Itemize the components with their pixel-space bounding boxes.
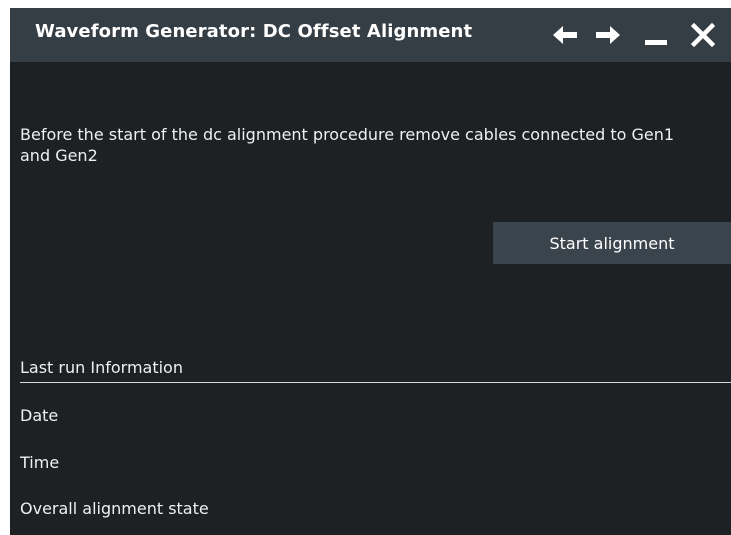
forward-button[interactable] xyxy=(591,18,625,52)
minimize-icon xyxy=(645,40,667,45)
dialog-title: Waveform Generator: DC Offset Alignment xyxy=(35,21,473,42)
minimize-button[interactable] xyxy=(639,18,673,52)
last-run-heading: Last run Information xyxy=(20,358,183,377)
arrow-left-icon xyxy=(553,26,577,44)
instruction-text: Before the start of the dc alignment pro… xyxy=(20,125,675,165)
time-label: Time xyxy=(20,453,60,472)
title-bar: Waveform Generator: DC Offset Alignment xyxy=(10,8,731,62)
dialog-content: Before the start of the dc alignment pro… xyxy=(10,62,731,535)
date-label: Date xyxy=(20,406,59,425)
overall-alignment-state-label: Overall alignment state xyxy=(20,499,209,518)
close-button[interactable] xyxy=(686,18,720,52)
dc-offset-alignment-dialog: Waveform Generator: DC Offset Alignment … xyxy=(10,8,731,535)
start-alignment-button[interactable]: Start alignment xyxy=(493,222,731,264)
section-divider xyxy=(20,382,731,383)
close-icon xyxy=(691,23,715,47)
back-button[interactable] xyxy=(548,18,582,52)
arrow-right-icon xyxy=(596,26,620,44)
